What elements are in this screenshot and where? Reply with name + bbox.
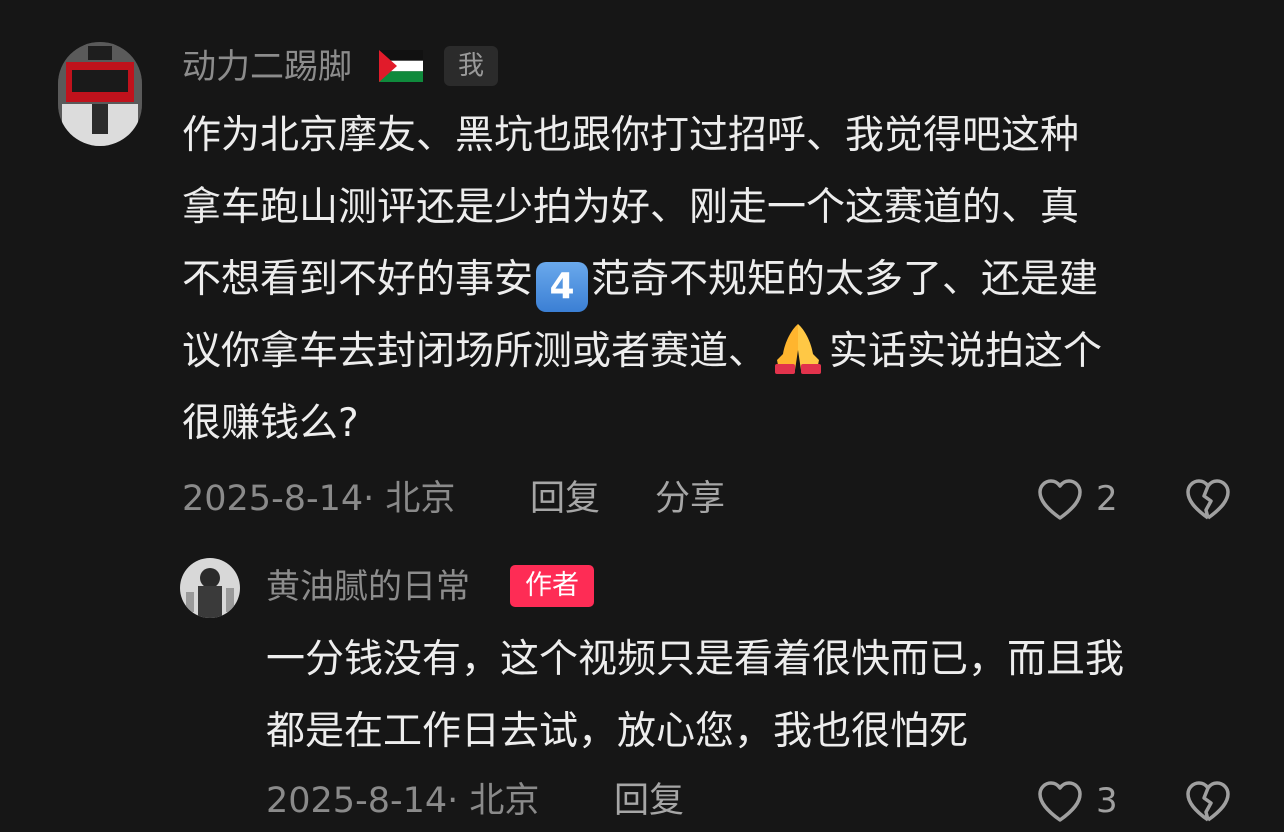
reply-text: 一分钱没有，这个视频只是看着很快而已，而且我 都是在工作日去试，放心您，我也很怕…: [266, 624, 1266, 768]
username[interactable]: 动力二踢脚: [182, 50, 352, 84]
reply-button[interactable]: 回复: [614, 784, 684, 819]
comment-text-segment: 实话实说拍这个: [829, 329, 1103, 374]
comment-text: 作为北京摩友、黑坑也跟你打过招呼、我觉得吧这种 拿车跑山测评还是少拍为好、刚走一…: [182, 100, 1242, 460]
date-location: 2025-8-14· 北京: [182, 479, 456, 519]
like-button[interactable]: 3: [1036, 778, 1126, 828]
like-count: 3: [1096, 781, 1118, 821]
folded-hands-emoji-icon: [775, 324, 822, 374]
like-button[interactable]: 2: [1036, 476, 1126, 526]
avatar[interactable]: [58, 42, 142, 146]
dislike-button[interactable]: [1184, 778, 1234, 828]
reply-text-line: 一分钱没有，这个视频只是看着很快而已，而且我: [266, 637, 1125, 682]
broken-heart-icon: [1186, 479, 1230, 520]
heart-icon: [1038, 781, 1082, 822]
date-location: 2025-8-14· 北京: [266, 781, 540, 821]
reply-item: 黄油腻的日常 作者 一分钱没有，这个视频只是看着很快而已，而且我 都是在工作日去…: [0, 550, 1284, 832]
heart-icon: [1038, 479, 1082, 520]
comment-text-segment: 议你拿车去封闭场所测或者赛道、: [182, 329, 768, 374]
like-count: 2: [1096, 479, 1118, 519]
broken-heart-icon: [1186, 781, 1230, 822]
keycap-four-emoji-icon: 4: [536, 262, 589, 312]
reply-text-line: 都是在工作日去试，放心您，我也很怕死: [266, 709, 969, 754]
comment-text-line: 作为北京摩友、黑坑也跟你打过招呼、我觉得吧这种: [182, 113, 1080, 158]
me-badge: 我: [444, 46, 498, 86]
avatar[interactable]: [180, 558, 240, 618]
palestine-flag-icon: [379, 50, 423, 82]
author-badge: 作者: [510, 565, 594, 607]
comment-text-line: 议你拿车去封闭场所测或者赛道、 实话实说拍这个: [182, 316, 1242, 388]
share-button[interactable]: 分享: [655, 482, 725, 517]
comment-text-line: 很赚钱么?: [182, 401, 359, 446]
dislike-button[interactable]: [1184, 476, 1234, 526]
comment-text-segment: 不想看到不好的事安: [182, 257, 534, 302]
comment-text-line: 不想看到不好的事安 4 范奇不规矩的太多了、还是建: [182, 244, 1242, 316]
username[interactable]: 黄油腻的日常: [266, 570, 470, 604]
comment-text-segment: 范奇不规矩的太多了、还是建: [591, 257, 1099, 302]
comment-item: 动力二踢脚 我 作为北京摩友、黑坑也跟你打过招呼、我觉得吧这种 拿车跑山测评还是…: [0, 0, 1284, 540]
reply-button[interactable]: 回复: [530, 482, 600, 517]
comment-text-line: 拿车跑山测评还是少拍为好、刚走一个这赛道的、真: [182, 185, 1080, 230]
